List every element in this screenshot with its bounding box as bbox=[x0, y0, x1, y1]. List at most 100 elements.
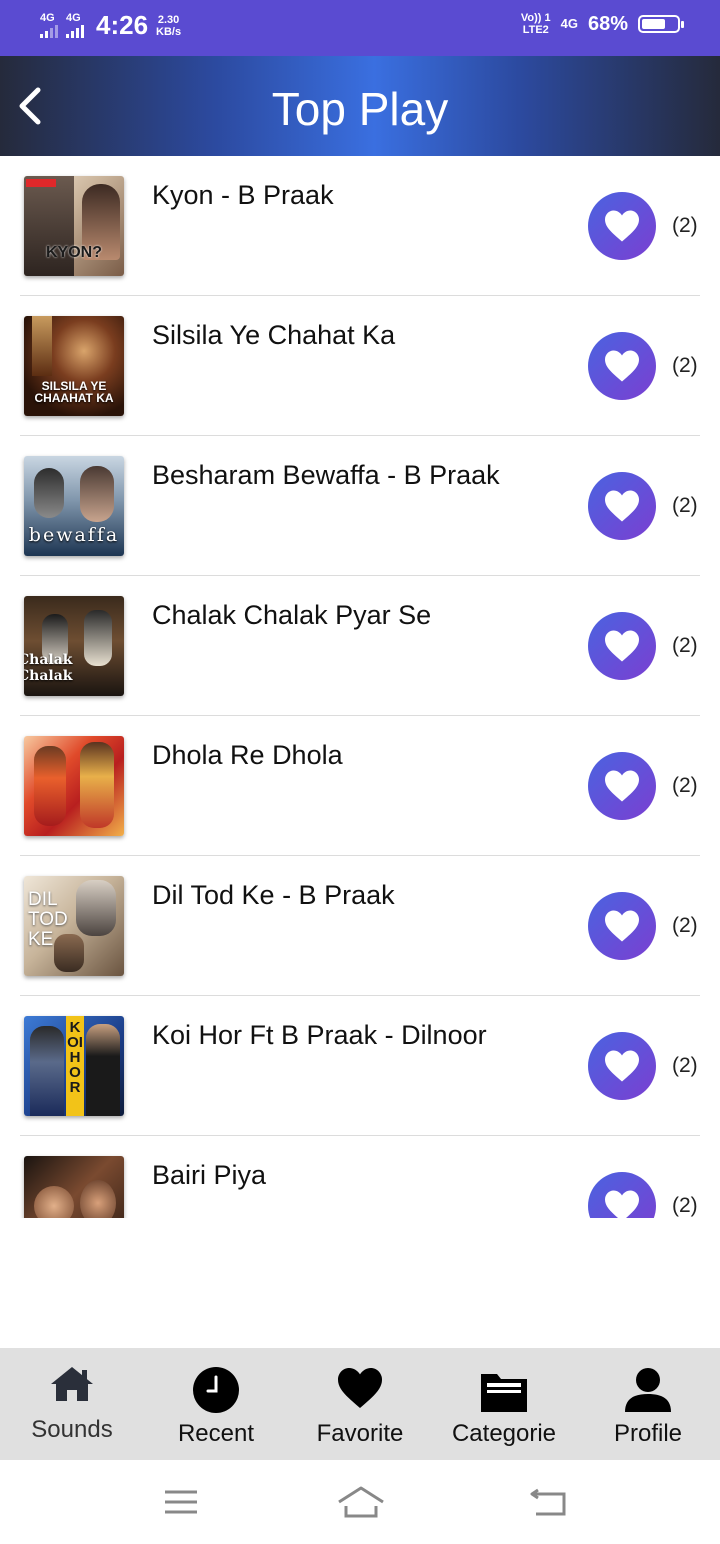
song-title[interactable]: Silsila Ye Chahat Ka bbox=[152, 320, 395, 351]
favorite-button[interactable] bbox=[588, 192, 656, 260]
network-type-2: 4G bbox=[66, 12, 81, 24]
art-figure-right bbox=[80, 1180, 116, 1218]
network-speed-value: 2.30 bbox=[157, 13, 180, 26]
favorite-count: (2) bbox=[672, 774, 698, 797]
app-bar: Top Play bbox=[0, 56, 720, 156]
favorite-count: (2) bbox=[672, 354, 698, 377]
song-list[interactable]: KYON? Kyon - B Praak (2) SILSILA YE CHAA… bbox=[0, 156, 720, 1218]
album-art[interactable]: DIL TOD KE bbox=[24, 876, 124, 976]
art-figure-left bbox=[34, 468, 64, 518]
art-figure-right bbox=[80, 742, 114, 828]
album-art[interactable]: Chalak Chalak bbox=[24, 596, 124, 696]
song-title[interactable]: Dhola Re Dhola bbox=[152, 740, 343, 771]
signal-bars-icon bbox=[40, 24, 58, 38]
art-figure-left bbox=[34, 1186, 74, 1218]
song-title[interactable]: Kyon - B Praak bbox=[152, 180, 334, 211]
heart-icon bbox=[605, 910, 639, 942]
nav-label-categorie: Categorie bbox=[451, 1420, 557, 1447]
nav-label-favorite: Favorite bbox=[316, 1420, 404, 1447]
heart-icon bbox=[338, 1368, 382, 1408]
folder-icon bbox=[481, 1374, 527, 1412]
art-caption: KYON? bbox=[46, 244, 102, 261]
album-art[interactable]: KOI HOR bbox=[24, 1016, 124, 1116]
network-type-1: 4G bbox=[40, 12, 55, 24]
status-bar: 4G 4G 4:26 2.30 KB/s Vo)) 1 LTE2 4G 68% bbox=[0, 0, 720, 56]
art-figure-right bbox=[76, 880, 116, 936]
favorite-count: (2) bbox=[672, 1194, 698, 1217]
art-caption: DIL TOD KE bbox=[28, 889, 68, 950]
favorite-count: (2) bbox=[672, 914, 698, 937]
song-row[interactable]: KOI HOR Koi Hor Ft B Praak - Dilnoor (2) bbox=[0, 996, 720, 1136]
page-title: Top Play bbox=[271, 83, 449, 135]
favorite-count: (2) bbox=[672, 494, 698, 517]
favorite-button[interactable] bbox=[588, 1172, 656, 1218]
album-art[interactable] bbox=[24, 736, 124, 836]
song-title[interactable]: Besharam Bewaffa - B Praak bbox=[152, 460, 500, 491]
song-title[interactable]: Chalak Chalak Pyar Se bbox=[152, 600, 431, 631]
nav-label-profile: Profile bbox=[613, 1420, 683, 1447]
person-icon bbox=[625, 1368, 671, 1412]
nav-sounds[interactable]: Sounds bbox=[0, 1348, 144, 1460]
art-caption: Chalak Chalak bbox=[24, 652, 73, 684]
song-title[interactable]: Koi Hor Ft B Praak - Dilnoor bbox=[152, 1020, 487, 1051]
heart-icon bbox=[605, 770, 639, 802]
nav-profile[interactable]: Profile bbox=[576, 1348, 720, 1460]
song-row[interactable]: KYON? Kyon - B Praak (2) bbox=[0, 156, 720, 296]
volte-line-2: LTE2 bbox=[522, 24, 549, 36]
heart-icon bbox=[605, 630, 639, 662]
favorite-button[interactable] bbox=[588, 332, 656, 400]
art-figure-right bbox=[80, 466, 114, 522]
volte-indicator: Vo)) 1 LTE2 bbox=[521, 12, 551, 36]
nav-categorie[interactable]: Categorie bbox=[432, 1348, 576, 1460]
favorite-button[interactable] bbox=[588, 892, 656, 960]
song-row[interactable]: DIL TOD KE Dil Tod Ke - B Praak (2) bbox=[0, 856, 720, 996]
album-art[interactable]: SILSILA YE CHAAHAT KA bbox=[24, 316, 124, 416]
album-art[interactable]: bewaffa bbox=[24, 456, 124, 556]
nav-favorite[interactable]: Favorite bbox=[288, 1348, 432, 1460]
heart-icon bbox=[605, 1190, 639, 1218]
song-row[interactable]: Dhola Re Dhola (2) bbox=[0, 716, 720, 856]
signal-2: 4G bbox=[66, 13, 84, 38]
art-caption: bewaffa bbox=[28, 524, 120, 546]
heart-icon bbox=[605, 490, 639, 522]
favorite-button[interactable] bbox=[588, 612, 656, 680]
art-caption: SILSILA YE CHAAHAT KA bbox=[34, 379, 114, 405]
song-title[interactable]: Bairi Piya bbox=[152, 1160, 266, 1191]
album-art[interactable] bbox=[24, 1156, 124, 1218]
heart-icon bbox=[605, 350, 639, 382]
nav-label-recent: Recent bbox=[177, 1420, 255, 1447]
favorite-button[interactable] bbox=[588, 752, 656, 820]
nav-label-sounds: Sounds bbox=[31, 1416, 113, 1443]
art-figure-right bbox=[86, 1024, 120, 1116]
song-row[interactable]: Bairi Piya (2) bbox=[0, 1136, 720, 1218]
clock-icon bbox=[193, 1367, 239, 1413]
art-caption: KOI HOR bbox=[67, 1019, 83, 1096]
art-candles bbox=[32, 316, 52, 376]
favorite-count: (2) bbox=[672, 214, 698, 237]
back-icon[interactable] bbox=[528, 1482, 570, 1522]
menu-icon[interactable] bbox=[162, 1482, 200, 1522]
status-right: Vo)) 1 LTE2 4G 68% bbox=[521, 12, 684, 36]
network-speed: 2.30 KB/s bbox=[156, 14, 181, 38]
nav-recent[interactable]: Recent bbox=[144, 1348, 288, 1460]
heart-icon bbox=[605, 210, 639, 242]
album-art[interactable]: KYON? bbox=[24, 176, 124, 276]
favorite-button[interactable] bbox=[588, 472, 656, 540]
favorite-count: (2) bbox=[672, 634, 698, 657]
home-outline-icon[interactable] bbox=[336, 1482, 386, 1522]
song-row[interactable]: SILSILA YE CHAAHAT KA Silsila Ye Chahat … bbox=[0, 296, 720, 436]
art-figure-left bbox=[34, 746, 66, 826]
art-badge bbox=[26, 179, 56, 187]
signal-bars-icon bbox=[66, 24, 84, 38]
favorite-count: (2) bbox=[672, 1054, 698, 1077]
signal-1: 4G bbox=[40, 13, 58, 38]
song-row[interactable]: Chalak Chalak Chalak Chalak Pyar Se (2) bbox=[0, 576, 720, 716]
favorite-button[interactable] bbox=[588, 1032, 656, 1100]
volte-line-1: Vo)) 1 bbox=[520, 12, 551, 24]
network-speed-unit: KB/s bbox=[156, 25, 182, 38]
bottom-navigation: Sounds Recent Favorite Categorie Profile bbox=[0, 1348, 720, 1460]
status-left: 4G 4G 4:26 2.30 KB/s bbox=[40, 10, 181, 41]
song-title[interactable]: Dil Tod Ke - B Praak bbox=[152, 880, 395, 911]
battery-icon bbox=[638, 15, 684, 33]
song-row[interactable]: bewaffa Besharam Bewaffa - B Praak (2) bbox=[0, 436, 720, 576]
